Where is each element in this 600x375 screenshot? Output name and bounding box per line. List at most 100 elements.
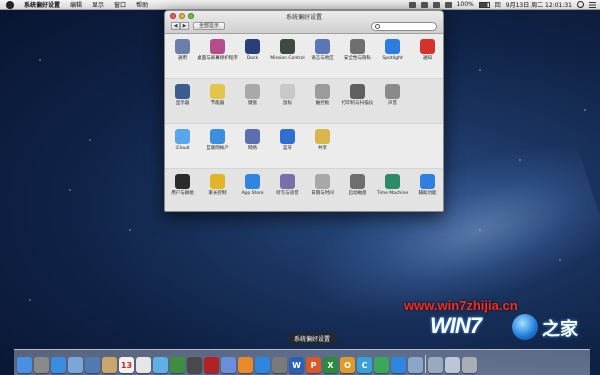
finder-icon[interactable] <box>17 357 32 373</box>
pref-pane-startup-disk[interactable]: 启动磁盘 <box>340 174 375 211</box>
menu-app-name[interactable]: 系统偏好设置 <box>19 0 65 9</box>
pref-pane-internet-accounts[interactable]: 互联网帐户 <box>200 129 235 168</box>
pref-pane-trackpad[interactable]: 触控板 <box>305 84 340 123</box>
pref-pane-network[interactable]: 网络 <box>235 129 270 168</box>
pref-pane-display[interactable]: 显示器 <box>165 84 200 123</box>
forward-button[interactable]: ▶ <box>180 22 189 30</box>
pref-pane-label: 触控板 <box>315 101 330 106</box>
word-icon[interactable]: W <box>289 357 304 373</box>
excel-icon[interactable]: X <box>323 357 338 373</box>
menu-view[interactable]: 显示 <box>87 0 109 9</box>
pref-pane-parental-controls[interactable]: 家长控制 <box>200 174 235 211</box>
trash-icon[interactable] <box>462 357 477 373</box>
back-button[interactable]: ◀ <box>171 22 180 30</box>
downloads-icon[interactable] <box>428 357 443 373</box>
pref-pane-icloud[interactable]: iCloud <box>165 129 200 168</box>
photo-icon[interactable] <box>85 357 100 373</box>
battery-icon[interactable] <box>478 1 490 8</box>
watermark-url: www.win7zhijia.cn <box>404 298 518 313</box>
printer-icon <box>350 84 365 99</box>
pref-pane-dock[interactable]: Dock <box>235 39 270 78</box>
pref-pane-label: 键盘 <box>248 101 257 106</box>
powerpoint-icon[interactable]: P <box>306 357 321 373</box>
window-titlebar[interactable]: 系统偏好设置 ◀ ▶ 全部显示 <box>165 11 443 34</box>
preview-icon[interactable] <box>408 357 423 373</box>
outlook-icon[interactable]: O <box>340 357 355 373</box>
pref-pane-label: 共享 <box>318 146 327 151</box>
menu-window[interactable]: 窗口 <box>109 0 131 9</box>
wifi-icon[interactable] <box>420 1 428 8</box>
pref-pane-printer[interactable]: 打印机与扫描仪 <box>340 84 375 123</box>
menu-help[interactable]: 帮助 <box>131 0 153 9</box>
pref-pane-time-machine[interactable]: Time Machine <box>375 174 410 211</box>
app-store-dock-icon[interactable] <box>255 357 270 373</box>
nav-buttons: ◀ ▶ <box>171 22 189 30</box>
launchpad-icon[interactable] <box>34 357 49 373</box>
pref-pane-sound[interactable]: 声音 <box>375 84 410 123</box>
input-method[interactable]: 回 <box>495 0 501 9</box>
date-time-icon <box>315 174 330 189</box>
battery-percent[interactable]: 100% <box>457 1 474 8</box>
pref-pane-keyboard[interactable]: 键盘 <box>235 84 270 123</box>
pref-pane-users-groups[interactable]: 用户与群组 <box>165 174 200 211</box>
documents-icon[interactable] <box>445 357 460 373</box>
pref-pane-desktop[interactable]: 桌面与屏幕保护程序 <box>197 39 238 78</box>
menu-bar: 系统偏好设置 编辑 显示 窗口 帮助 100% 回 9月13日 周二 12:01… <box>0 0 600 10</box>
pref-pane-mouse[interactable]: 鼠标 <box>270 84 305 123</box>
volume-icon[interactable] <box>444 1 452 8</box>
reminders-icon[interactable] <box>136 357 151 373</box>
bluetooth-status-icon[interactable] <box>432 1 440 8</box>
mail-icon[interactable] <box>68 357 83 373</box>
messages-icon[interactable] <box>153 357 168 373</box>
spotlight-menu-icon[interactable] <box>577 1 584 8</box>
parental-controls-icon <box>210 174 225 189</box>
system-preferences-icon[interactable] <box>272 357 287 373</box>
show-all-button[interactable]: 全部显示 <box>193 22 226 30</box>
messenger-icon[interactable] <box>374 357 389 373</box>
mouse-icon <box>280 84 295 99</box>
facetime-icon[interactable] <box>170 357 185 373</box>
communicator-icon[interactable]: C <box>357 357 372 373</box>
menu-edit[interactable]: 编辑 <box>65 0 87 9</box>
menu-clock[interactable]: 9月13日 周二 12:01:31 <box>506 0 572 9</box>
startup-disk-icon <box>350 174 365 189</box>
notification-center-icon[interactable] <box>589 1 596 8</box>
accessibility-icon <box>420 174 435 189</box>
pref-pane-language-region[interactable]: 语言与地区 <box>305 39 340 78</box>
camera-icon[interactable] <box>187 357 202 373</box>
users-groups-icon <box>175 174 190 189</box>
network-globe-icon[interactable] <box>391 357 406 373</box>
pref-pane-energy-saver[interactable]: 节能器 <box>200 84 235 123</box>
notes-icon[interactable] <box>102 357 117 373</box>
apple-menu-icon[interactable] <box>6 0 14 9</box>
pref-pane-label: 用户与群组 <box>171 191 194 196</box>
status-menu-icon[interactable] <box>408 1 416 8</box>
dock-icon <box>245 39 260 54</box>
pref-pane-label: Dock <box>246 56 259 61</box>
pref-pane-app-store[interactable]: App Store <box>235 174 270 211</box>
safari-icon[interactable] <box>51 357 66 373</box>
language-region-icon <box>315 39 330 54</box>
windows-orb-icon <box>512 314 538 340</box>
pref-pane-mission-control[interactable]: Mission Control <box>270 39 305 78</box>
ibooks-icon[interactable] <box>238 357 253 373</box>
pref-pane-accessibility[interactable]: 辅助功能 <box>410 174 443 211</box>
icloud-icon <box>175 129 190 144</box>
pref-pane-general[interactable]: 通用 <box>165 39 200 78</box>
pref-pane-sharing[interactable]: 共享 <box>305 129 340 168</box>
pref-pane-label: 日期与时间 <box>311 191 334 196</box>
pref-pane-notifications[interactable]: 通知 <box>410 39 443 78</box>
pref-pane-dictation-speech[interactable]: 听写与语音 <box>270 174 305 211</box>
pref-row: 通用 桌面与屏幕保护程序 Dock Mission Control 语言与地区 安全性与隐… <box>165 34 443 79</box>
itunes-icon[interactable] <box>221 357 236 373</box>
pref-pane-date-time[interactable]: 日期与时间 <box>305 174 340 211</box>
photo-booth-icon[interactable] <box>204 357 219 373</box>
search-input[interactable] <box>371 22 437 31</box>
system-preferences-window: 系统偏好设置 ◀ ▶ 全部显示 通用 桌面与屏幕保护程序 Dock Mission C… <box>164 10 444 212</box>
pref-pane-spotlight[interactable]: Spotlight <box>375 39 410 78</box>
calendar-icon[interactable]: 13 <box>119 357 134 373</box>
energy-saver-icon <box>210 84 225 99</box>
pref-pane-security[interactable]: 安全性与隐私 <box>340 39 375 78</box>
pref-pane-label: 语言与地区 <box>311 56 334 61</box>
pref-pane-bluetooth[interactable]: 蓝牙 <box>270 129 305 168</box>
